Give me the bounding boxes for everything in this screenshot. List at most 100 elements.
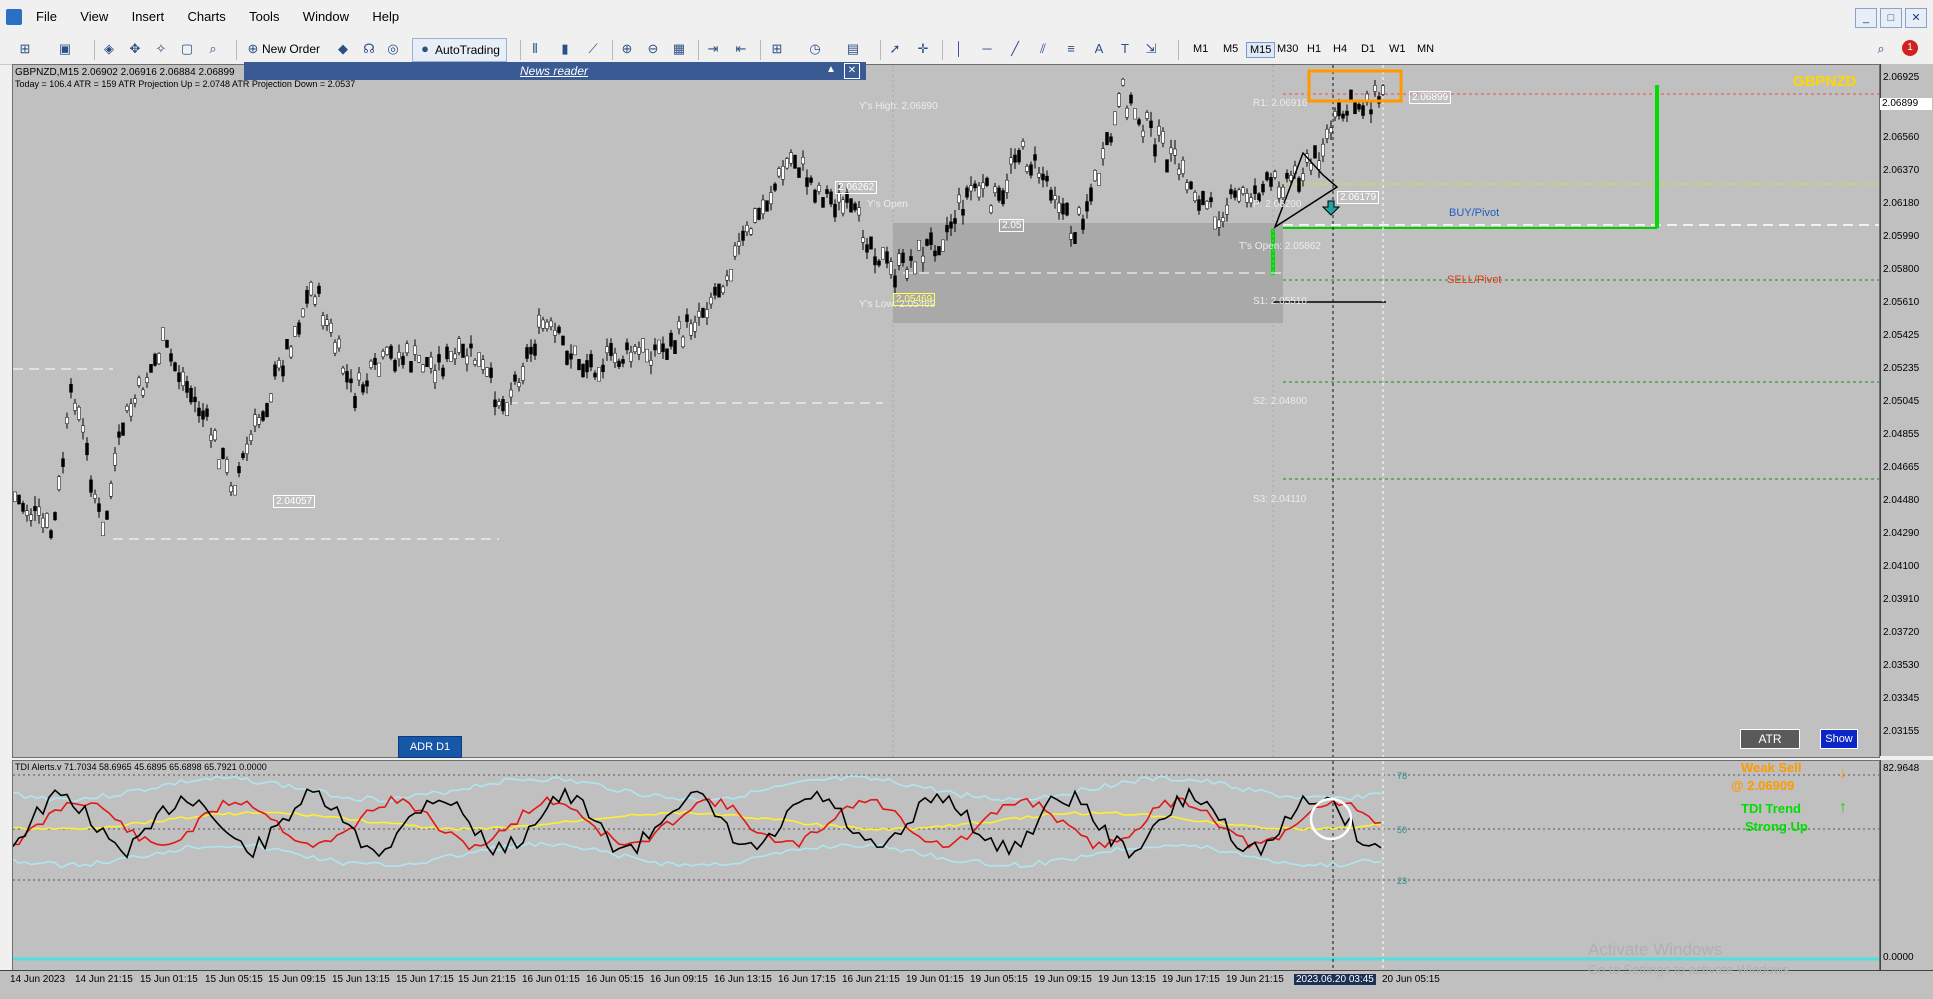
candle-body [961,209,965,216]
collapse-icon[interactable]: ▲ [824,63,838,77]
fibonacci-icon[interactable]: ≡ [1062,40,1080,58]
candle-body [849,198,853,213]
menu-insert[interactable]: Insert [122,0,175,34]
vertical-line-icon[interactable]: │ [950,40,968,58]
candle-body [1325,128,1329,139]
search-icon[interactable]: ⌕ [1872,40,1890,58]
trendline-icon[interactable]: ╱ [1006,40,1024,58]
zoom-out-icon[interactable]: ⊖ [644,40,662,58]
timeframe-d1[interactable]: D1 [1358,42,1378,56]
line-chart-icon[interactable]: ⟋ [584,40,602,58]
signals-icon[interactable]: ☊ [360,40,378,58]
tdi-scale-top: 82.9648 [1883,763,1920,774]
sell-pivot-label: SELL/Pivot [1447,274,1502,286]
candle-body [957,194,961,204]
market-watch-icon[interactable]: ◈ [100,40,118,58]
candle-body [905,269,909,279]
timeframe-w1[interactable]: W1 [1386,42,1409,56]
candle-body [129,403,133,417]
time-label: 15 Jun 01:15 [140,974,198,985]
navigator-icon[interactable]: ✧ [152,40,170,58]
price-tick: 2.03910 [1883,594,1920,605]
timeframe-h4[interactable]: H4 [1330,42,1350,56]
indicators-icon[interactable]: ⊞ [768,40,786,58]
show-button[interactable]: Show [1820,729,1858,749]
text-icon[interactable]: A [1090,40,1108,58]
candle-body [289,346,293,358]
timeframe-m1[interactable]: M1 [1190,42,1211,56]
close-button[interactable]: ✕ [1905,8,1927,28]
candle-body [217,459,221,470]
menu-charts[interactable]: Charts [177,0,235,34]
candle-body [189,387,193,403]
terminal-icon[interactable]: ▢ [178,40,196,58]
profiles-icon[interactable]: ▣ [56,40,74,58]
candle-body [1341,113,1345,119]
candle-body [629,351,633,362]
price-chart-svg [13,65,1879,757]
main-chart[interactable]: GBPNZD,M15 2.06902 2.06916 2.06884 2.068… [12,64,1880,758]
menu-window[interactable]: Window [293,0,359,34]
candle-body [761,199,765,215]
candle-body [1245,193,1249,203]
candle-body [25,510,29,516]
news-reader-bar[interactable]: News reader ▲ ✕ [244,62,866,80]
metaeditor-icon[interactable]: ◆ [334,40,352,58]
candle-body [1033,154,1037,161]
arrows-icon[interactable]: ⇲ [1142,40,1160,58]
price-tick: 2.06560 [1883,132,1920,143]
timeframe-mn[interactable]: MN [1414,42,1437,56]
timeframe-m5[interactable]: M5 [1220,42,1241,56]
data-window-icon[interactable]: ✥ [126,40,144,58]
news-reader-title[interactable]: News reader [520,64,588,78]
candle-body [137,377,141,386]
equidistant-channel-icon[interactable]: ⫽ [1034,40,1052,58]
candle-body [1353,100,1357,115]
candle-body [29,514,33,521]
horizontal-line-icon[interactable]: ─ [978,40,996,58]
candle-body [757,207,761,220]
auto-scroll-icon[interactable]: ⇥ [704,40,722,58]
candle-body [977,185,981,198]
cursor-icon[interactable]: ➚ [886,40,904,58]
candle-body [277,360,281,369]
tile-windows-icon[interactable]: ▦ [670,40,688,58]
candle-body [1209,197,1213,203]
candle-body [113,453,117,466]
strategy-tester-icon[interactable]: ⌕ [204,40,222,58]
adr-button[interactable]: ADR D1 [398,736,462,758]
candle-body [149,364,153,373]
menu-view[interactable]: View [70,0,118,34]
close-icon[interactable]: ✕ [844,63,860,79]
atr-button[interactable]: ATR [1740,729,1800,749]
text-label-icon[interactable]: T [1116,40,1134,58]
bar-chart-icon[interactable]: ⫴ [526,40,544,58]
menu-help[interactable]: Help [362,0,409,34]
new-chart-icon[interactable]: ⊞ [16,40,34,58]
price-tick: 2.05800 [1883,264,1920,275]
minimize-button[interactable]: _ [1855,8,1877,28]
templates-icon[interactable]: ▤ [844,40,862,58]
candle-body [945,225,949,233]
candle-body [829,191,833,205]
chart-shift-icon[interactable]: ⇤ [732,40,750,58]
periods-icon[interactable]: ◷ [806,40,824,58]
menu-file[interactable]: File [26,0,67,34]
timeframe-m15[interactable]: M15 [1246,42,1276,58]
candle-body [429,356,433,369]
candle-body [881,247,885,260]
zoom-in-icon[interactable]: ⊕ [618,40,636,58]
price-tick: 2.05045 [1883,396,1920,407]
restore-button[interactable]: □ [1880,8,1902,28]
timeframe-m30[interactable]: M30 [1274,42,1301,56]
market-icon[interactable]: ◎ [384,40,402,58]
crosshair-icon[interactable]: ✛ [914,40,932,58]
candle-chart-icon[interactable]: ▮ [556,40,574,58]
notification-icon[interactable]: 1 [1902,40,1918,56]
candle-body [1261,183,1265,193]
menu-tools[interactable]: Tools [239,0,289,34]
candle-body [529,346,533,355]
timeframe-h1[interactable]: H1 [1304,42,1324,56]
candle-body [385,347,389,355]
time-label: 19 Jun 09:15 [1034,974,1092,985]
